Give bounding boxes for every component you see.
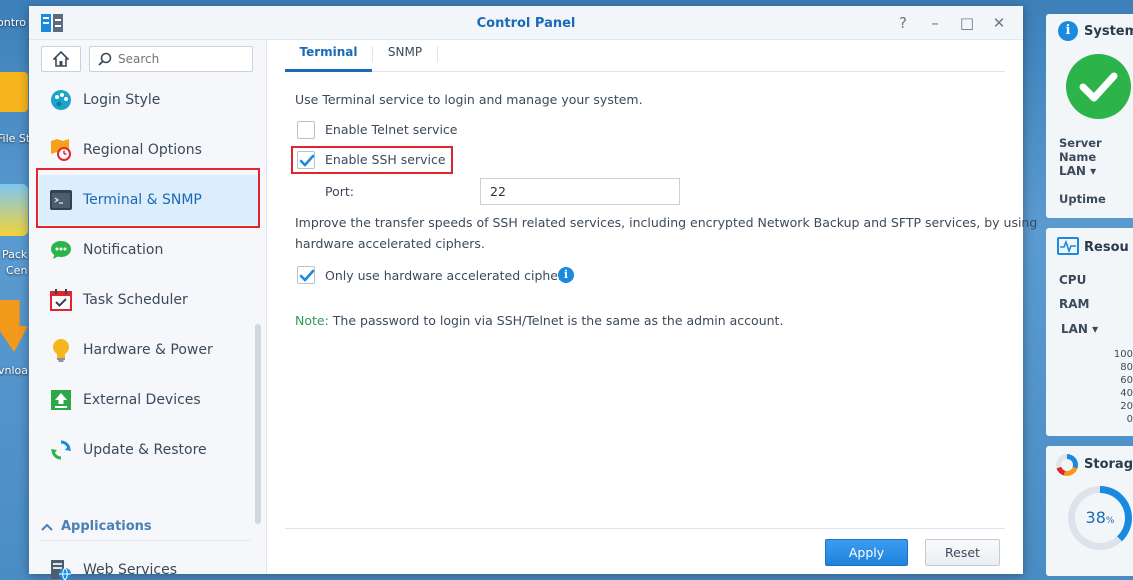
section-divider [39, 540, 251, 541]
sidebar-item-login-style[interactable]: Login Style [39, 75, 259, 125]
sidebar: Login Style Regional Options Terminal & … [29, 40, 267, 580]
minimize-button[interactable]: – [925, 13, 945, 33]
home-icon [53, 51, 69, 67]
sidebar-item-label: Regional Options [83, 142, 202, 158]
storage-donut-icon [1056, 454, 1078, 476]
sidebar-item-label: Notification [83, 242, 164, 258]
storage-percent-unit: % [1105, 516, 1115, 526]
ram-label: RAM [1059, 297, 1090, 311]
package-center-icon[interactable] [0, 184, 28, 236]
cipher-checkbox[interactable] [297, 266, 315, 284]
desktop-label-center: Cen [6, 264, 28, 277]
lan-dropdown[interactable]: LAN ▾ [1059, 164, 1096, 178]
sidebar-item-label: Web Services [83, 562, 178, 578]
uptime-label: Uptime [1059, 192, 1106, 206]
storage-percent: 38 [1085, 508, 1106, 527]
maximize-button[interactable]: □ [957, 13, 977, 33]
health-check-icon [1066, 54, 1131, 119]
cpu-label: CPU [1059, 273, 1087, 287]
tab-bar: Terminal SNMP [285, 40, 1005, 72]
scale-tick: 100 [1113, 349, 1133, 360]
desktop-label-control: ontro [0, 16, 27, 29]
desktop-label-package: Pack [2, 248, 28, 261]
sidebar-item-task-scheduler[interactable]: Task Scheduler [39, 275, 259, 325]
system-widget-title: System [1084, 24, 1133, 39]
main-content: Terminal SNMP Use Terminal service to lo… [268, 40, 1037, 574]
home-button[interactable] [41, 46, 81, 72]
desktop-label-file-station: File St [0, 132, 31, 145]
cipher-label[interactable]: Only use hardware accelerated ciphers [325, 268, 570, 283]
chat-bubble-icon [49, 238, 73, 262]
folder-icon[interactable] [0, 72, 28, 112]
note-text: Note: The password to login via SSH/Teln… [295, 313, 783, 328]
tab-snmp[interactable]: SNMP [373, 40, 437, 72]
note-body: The password to login via SSH/Telnet is … [328, 313, 784, 328]
apply-button[interactable]: Apply [825, 539, 908, 566]
info-icon: i [1058, 21, 1078, 41]
resource-widget-title: Resou [1084, 240, 1129, 255]
scale-tick: 40 [1120, 388, 1133, 399]
web-server-icon [49, 558, 73, 580]
help-button[interactable]: ? [893, 13, 913, 33]
sidebar-item-web-services[interactable]: Web Services [39, 545, 259, 580]
desktop-label-download: vnloa [0, 364, 29, 377]
storage-usage-ring: 38% [1068, 486, 1132, 550]
resource-monitor-widget: Resou CPU RAM LAN ▾ 100 80 60 40 20 0 [1046, 228, 1133, 436]
reset-button[interactable]: Reset [925, 539, 1000, 566]
sidebar-item-label: Task Scheduler [83, 292, 188, 308]
sidebar-item-hardware-power[interactable]: Hardware & Power [39, 325, 259, 375]
refresh-icon [49, 438, 73, 462]
download-icon[interactable] [0, 300, 28, 352]
intro-text: Use Terminal service to login and manage… [295, 92, 643, 107]
telnet-checkbox[interactable] [297, 121, 315, 139]
scale-tick: 80 [1120, 362, 1133, 373]
note-label: Note: [295, 313, 329, 328]
sidebar-item-label: Update & Restore [83, 442, 207, 458]
applications-section-header[interactable]: Applications [41, 519, 152, 534]
server-name-label: Server Name [1059, 136, 1102, 164]
resource-lan-dropdown[interactable]: LAN ▾ [1061, 322, 1098, 336]
storage-widget-title: Storag [1084, 457, 1133, 472]
storage-widget: Storag 38% [1046, 446, 1133, 576]
improve-text-line1: Improve the transfer speeds of SSH relat… [295, 215, 1038, 230]
lightbulb-icon [49, 338, 73, 362]
window-title: Control Panel [476, 16, 576, 31]
improve-text-line2: hardware accelerated ciphers. [295, 236, 485, 251]
sidebar-item-label: Hardware & Power [83, 342, 213, 358]
window-titlebar[interactable]: Control Panel ? – □ ✕ [29, 6, 1023, 40]
sidebar-item-update-restore[interactable]: Update & Restore [39, 425, 259, 475]
info-icon[interactable]: i [558, 267, 574, 283]
tab-terminal[interactable]: Terminal [285, 40, 372, 72]
search-icon [98, 52, 112, 66]
palette-icon [49, 88, 73, 112]
control-panel-window: Control Panel ? – □ ✕ Login Style Region… [29, 6, 1037, 580]
highlight-box-terminal [36, 168, 260, 228]
pulse-monitor-icon [1057, 237, 1079, 255]
close-button[interactable]: ✕ [989, 13, 1009, 33]
checkmark-icon [299, 269, 315, 282]
scale-tick: 20 [1120, 401, 1133, 412]
sidebar-item-notification[interactable]: Notification [39, 225, 259, 275]
clock-map-icon [49, 138, 73, 162]
sidebar-item-label: Login Style [83, 92, 161, 108]
chevron-up-icon [41, 523, 53, 531]
highlight-box-ssh [291, 146, 453, 174]
scale-tick: 0 [1126, 414, 1133, 425]
port-label: Port: [325, 184, 354, 199]
system-health-widget: i System Server Name LAN ▾ Uptime [1046, 14, 1133, 218]
upload-box-icon [49, 388, 73, 412]
sidebar-scrollbar[interactable] [255, 324, 261, 524]
telnet-label[interactable]: Enable Telnet service [325, 122, 458, 137]
footer-bar: Apply Reset [285, 528, 1005, 574]
tab-divider [437, 46, 438, 62]
search-field[interactable] [89, 46, 253, 72]
port-input[interactable] [480, 178, 680, 205]
sidebar-item-external-devices[interactable]: External Devices [39, 375, 259, 425]
sidebar-item-label: External Devices [83, 392, 201, 408]
section-title: Applications [61, 519, 152, 534]
search-input[interactable] [118, 50, 248, 68]
calendar-check-icon [49, 288, 73, 312]
scale-tick: 60 [1120, 375, 1133, 386]
